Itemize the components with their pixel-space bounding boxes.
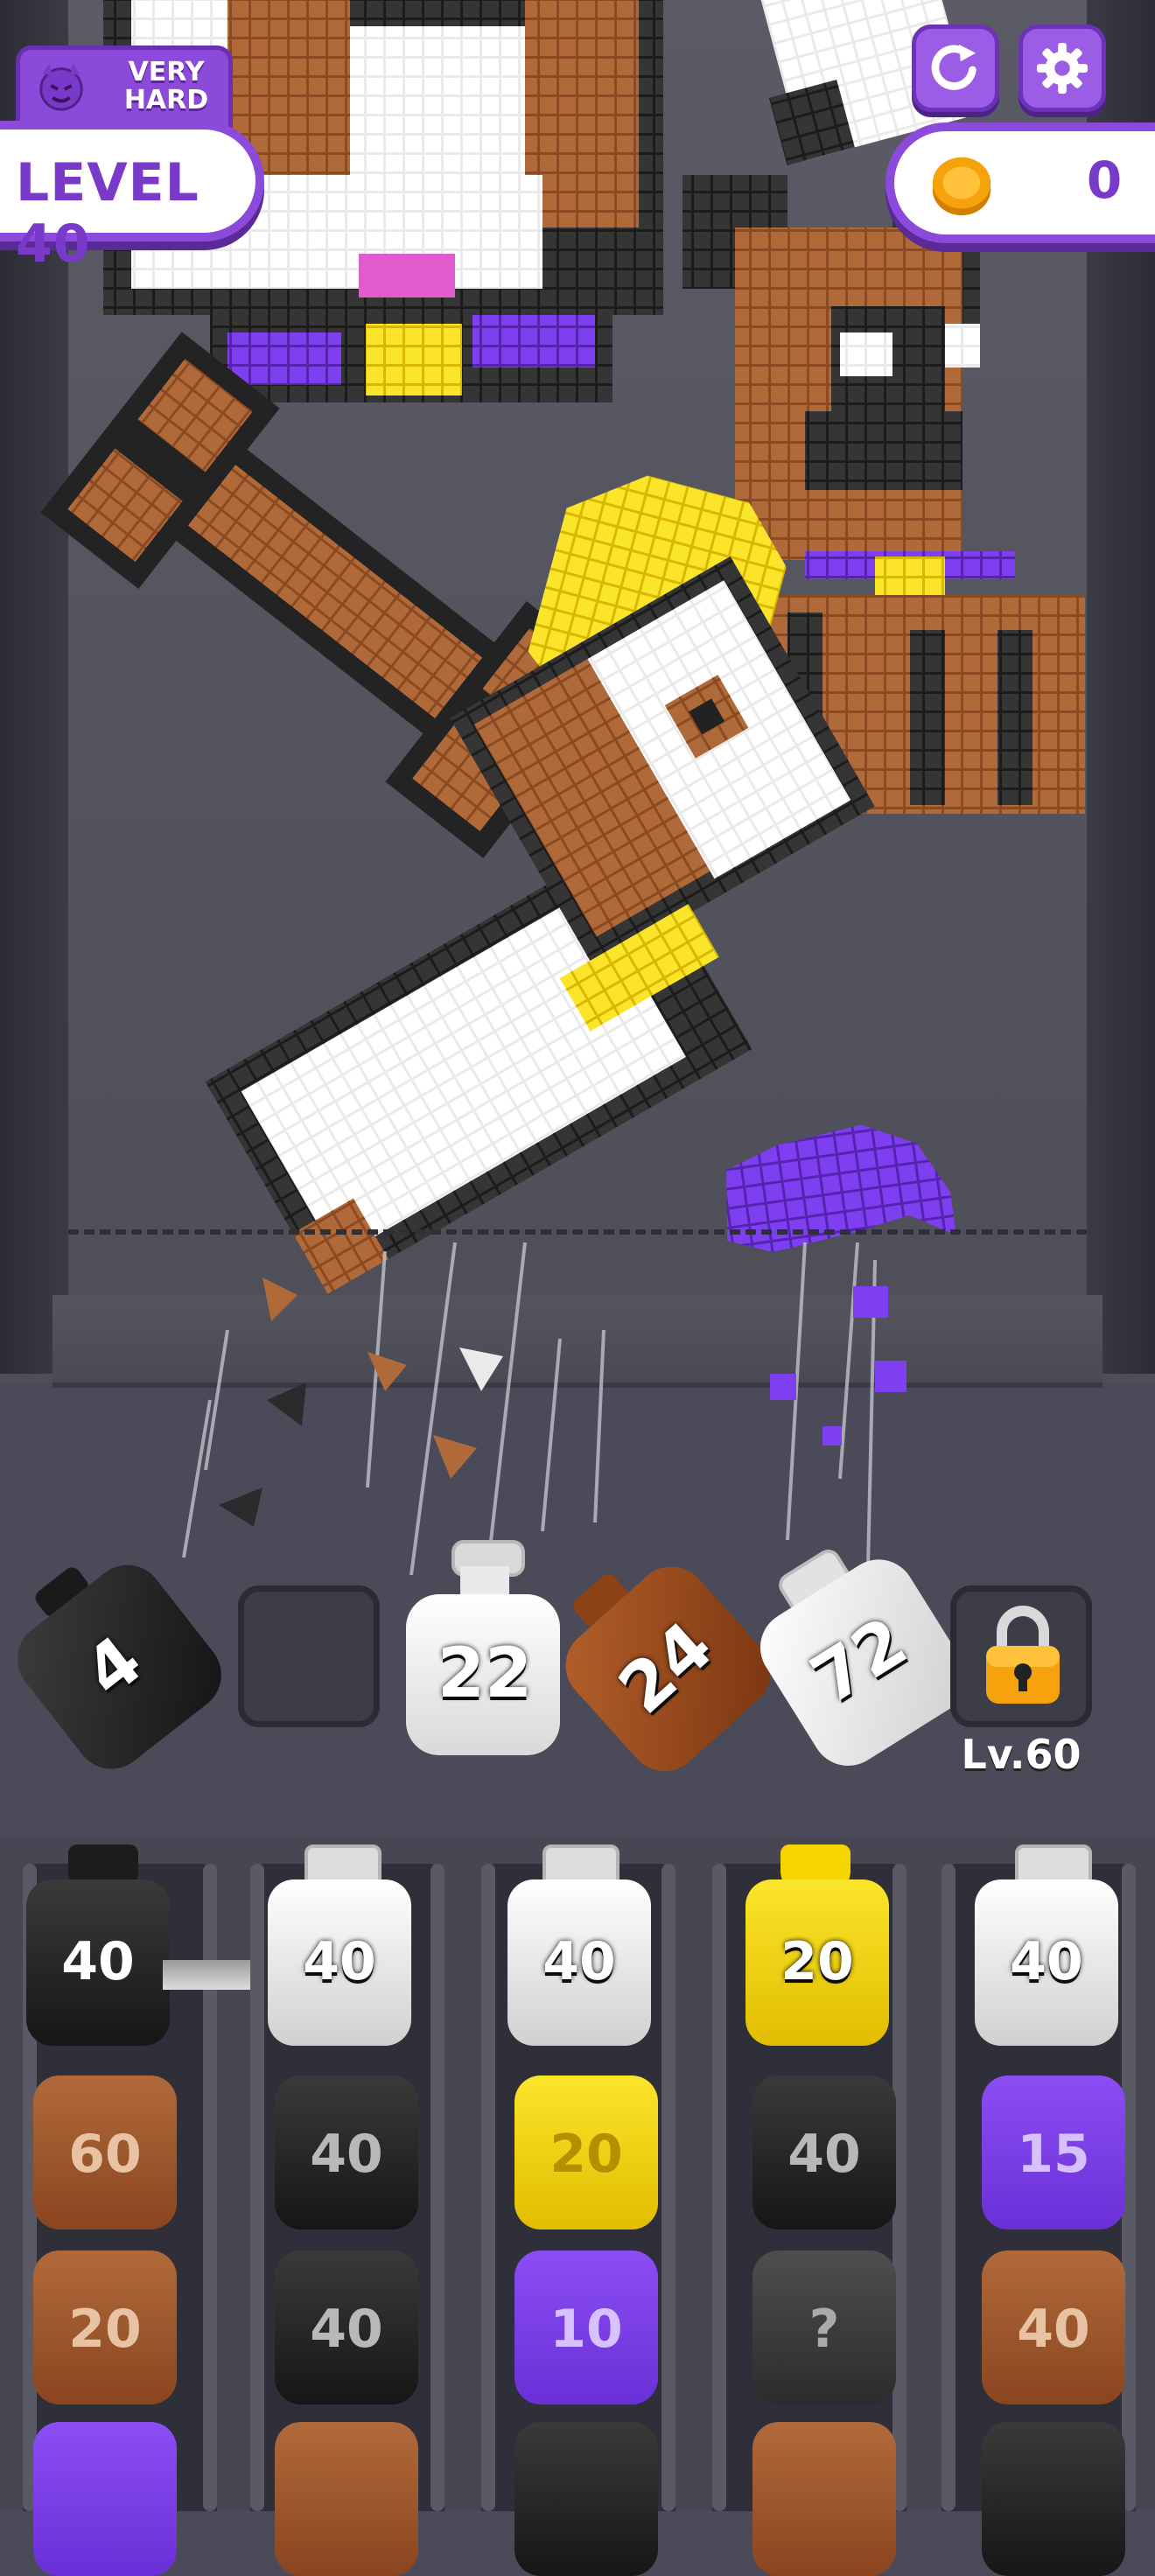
projectile-purple (770, 1286, 906, 1446)
queue-block[interactable]: 40 (275, 2250, 418, 2404)
queue-block[interactable] (752, 2422, 896, 2576)
difficulty-badge: VERY HARD (16, 46, 233, 129)
devil-face-icon (39, 63, 83, 111)
hidden-block-mark: ? (808, 2299, 840, 2360)
shooter-slot-locked[interactable] (950, 1586, 1092, 1727)
block-count: 20 (68, 2299, 142, 2360)
queue-block[interactable]: 40 (752, 2076, 896, 2230)
queue-block[interactable]: 40 (275, 2076, 418, 2230)
queue-head-bottle[interactable]: 40 (508, 1880, 651, 2046)
restart-button[interactable] (912, 24, 999, 112)
queue-head-bottle[interactable]: 40 (975, 1880, 1118, 2046)
difficulty-label: VERY HARD (123, 57, 209, 116)
queue-block[interactable]: 20 (33, 2250, 177, 2404)
coin-icon (932, 157, 991, 216)
bottle-count: 40 (542, 1931, 616, 1992)
projectile-black (219, 1382, 306, 1527)
block-count: 40 (1017, 2299, 1090, 2360)
block-count: 40 (310, 2299, 383, 2360)
restart-icon (931, 44, 976, 90)
block-count: 40 (310, 2124, 383, 2185)
block-count: 60 (68, 2124, 142, 2185)
block-count: 40 (788, 2124, 861, 2185)
queue-block[interactable]: 15 (982, 2076, 1125, 2230)
bottle-count: 40 (61, 1931, 135, 1992)
projectile-white (459, 1348, 503, 1391)
bottle-count: 40 (1010, 1931, 1083, 1992)
queue-block[interactable] (33, 2422, 177, 2576)
queue-head-bottle[interactable]: 40 (26, 1880, 170, 2046)
queue-block[interactable] (982, 2422, 1125, 2576)
queue-head-bottle[interactable]: 40 (268, 1880, 411, 2046)
level-indicator: LEVEL 40 (0, 121, 264, 275)
padlock-icon (986, 1606, 1060, 1704)
shooter-slot-empty[interactable] (238, 1586, 380, 1727)
queue-block[interactable]: 60 (33, 2076, 177, 2230)
queue-head-bottle[interactable]: 20 (746, 1880, 889, 2046)
coin-counter: 0 (886, 122, 1155, 243)
queue-block[interactable]: 10 (514, 2250, 658, 2404)
block-count: 20 (550, 2124, 623, 2185)
block-count: 10 (550, 2299, 623, 2360)
queue-block[interactable] (514, 2422, 658, 2576)
queue-block[interactable] (275, 2422, 418, 2576)
block-count: 15 (1017, 2124, 1090, 2185)
unlock-level-label: Lv.60 (961, 1731, 1082, 1778)
bottle-count: 40 (303, 1931, 376, 1992)
queue-block[interactable]: 40 (982, 2250, 1125, 2404)
gear-icon (1036, 42, 1088, 94)
settings-button[interactable] (1018, 24, 1106, 112)
level-label: LEVEL 40 (16, 152, 200, 275)
coin-count: 0 (1086, 150, 1123, 210)
queue-block[interactable]: 20 (514, 2076, 658, 2230)
bottle-count: 20 (780, 1931, 854, 1992)
queue-block-hidden[interactable]: ? (752, 2250, 896, 2404)
